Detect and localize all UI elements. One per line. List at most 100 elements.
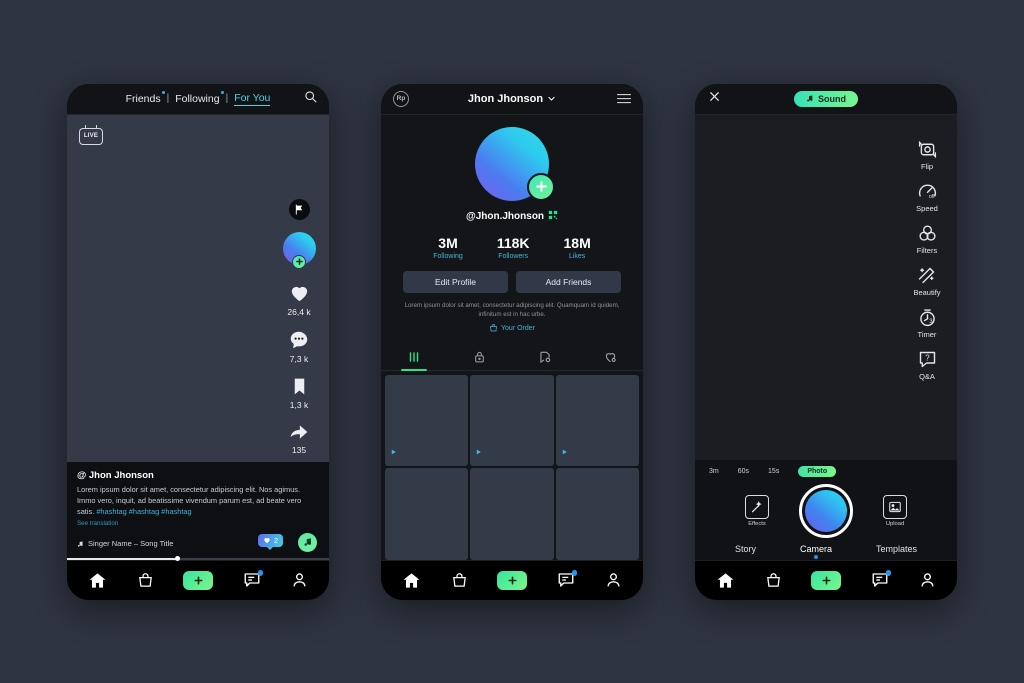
add-sound-button[interactable]: Sound [794, 90, 858, 107]
tool-timer[interactable]: 3 Timer [917, 307, 938, 339]
add-avatar-plus-icon[interactable] [527, 172, 555, 201]
grid-cell[interactable] [555, 468, 639, 560]
nav-shop[interactable] [137, 571, 154, 590]
nav-profile[interactable] [919, 571, 936, 589]
see-translation-link[interactable]: See translation [77, 520, 319, 527]
live-badge[interactable]: LIVE [79, 124, 103, 145]
tool-filters[interactable]: Filters [917, 223, 938, 255]
speed-icon: off [918, 183, 936, 200]
tab-following[interactable]: Following [175, 90, 224, 105]
music-row: Singer Name – Song Title 2 [77, 532, 319, 554]
share-button[interactable]: 135 [288, 422, 310, 455]
song-info[interactable]: Singer Name – Song Title [77, 539, 173, 548]
svg-text:?: ? [925, 353, 930, 362]
tab-following-label: Following [175, 92, 220, 105]
bookmark-button[interactable]: 1,3 k [290, 376, 309, 410]
effects-button[interactable]: Effects [745, 494, 769, 527]
bottom-nav [695, 559, 957, 600]
tab-friends[interactable]: Friends [126, 90, 165, 105]
rp-coins-icon[interactable]: Rp [393, 90, 409, 107]
shutter-button[interactable] [799, 483, 853, 538]
stat-label: Following [433, 252, 463, 260]
duration-15s[interactable]: 15s [768, 468, 779, 475]
caption-panel: @ Jhon Jhonson Lorem ipsum dolor sit ame… [67, 462, 329, 563]
duration-3m[interactable]: 3m [709, 468, 719, 475]
tool-speed[interactable]: off Speed [916, 181, 938, 213]
hamburger-menu-icon[interactable] [617, 93, 631, 104]
mode-templates[interactable]: Templates [876, 544, 917, 554]
nav-shop[interactable] [451, 571, 468, 590]
qr-code-icon[interactable] [548, 210, 558, 223]
caption-hashtags[interactable]: #hashtag #hashtag #hashtag [96, 507, 191, 516]
create-plus-icon [811, 570, 842, 590]
chevron-down-icon [548, 96, 555, 101]
edit-profile-button[interactable]: Edit Profile [403, 270, 508, 293]
music-disc-icon[interactable] [298, 532, 317, 552]
mode-camera[interactable]: Camera [800, 544, 832, 554]
author-avatar-follow[interactable] [282, 231, 316, 269]
shop-bag-icon [766, 572, 780, 587]
stat-followers[interactable]: 118K Followers [497, 235, 530, 260]
profile-avatar-wrap[interactable] [475, 126, 555, 201]
grid-cell[interactable] [470, 375, 554, 467]
upload-button[interactable]: Upload [883, 494, 907, 527]
profile-topbar: Rp Jhon Jhonson [381, 83, 643, 115]
your-order-link[interactable]: Your Order [489, 323, 535, 333]
follow-plus-icon[interactable] [292, 254, 306, 269]
shutter-row: Effects Upload [695, 483, 957, 538]
tab-reposts[interactable] [512, 343, 578, 370]
caption-username[interactable]: @ Jhon Jhonson [77, 470, 319, 481]
stat-following[interactable]: 3M Following [433, 235, 463, 260]
mockup-stage: Friends | Following | For You LIVE 26,4 … [0, 0, 1024, 683]
profile-handle-label: @Jhon.Jhonson [465, 210, 545, 222]
tab-for-you[interactable]: For You [234, 92, 271, 106]
shutter-inner [805, 489, 847, 532]
music-note-icon [77, 540, 83, 547]
nav-profile[interactable] [291, 571, 308, 589]
video-feed-area[interactable]: LIVE 26,4 k 7,3 k 1,3 k 135 @ Jhon Jhons… [67, 114, 329, 563]
stat-likes[interactable]: 18M Likes [564, 235, 591, 260]
nav-home[interactable] [88, 571, 107, 590]
nav-inbox[interactable] [557, 570, 578, 589]
profile-stats: 3M Following 118K Followers 18M Likes [433, 235, 591, 260]
tab-private[interactable] [447, 343, 513, 370]
camera-topbar: Sound [695, 83, 957, 115]
nav-home[interactable] [402, 571, 421, 590]
nav-inbox[interactable] [243, 570, 264, 589]
nav-profile[interactable] [605, 571, 622, 589]
video-progress-bar[interactable] [67, 555, 329, 563]
like-button[interactable]: 26,4 k [287, 281, 311, 317]
grid-cell[interactable] [385, 375, 469, 467]
camera-viewport[interactable]: Flip off Speed Filters Beautify 3 Timer [695, 114, 957, 560]
tab-posts-grid[interactable] [381, 343, 447, 370]
search-icon[interactable] [304, 90, 317, 108]
nav-create[interactable] [497, 570, 528, 590]
mode-story[interactable]: Story [735, 544, 756, 554]
nav-shop[interactable] [765, 571, 782, 590]
phone-camera-screen: Sound Flip off Speed Filters Beautify 3 … [695, 83, 957, 600]
create-plus-icon [497, 570, 528, 590]
duration-60s[interactable]: 60s [738, 468, 749, 475]
nav-create[interactable] [183, 570, 214, 590]
tool-qa[interactable]: ? Q&A [917, 349, 938, 381]
tool-label: Q&A [919, 371, 935, 381]
tool-beautify[interactable]: Beautify [913, 265, 941, 297]
tab-liked[interactable] [578, 343, 644, 370]
tool-flip[interactable]: Flip [917, 139, 938, 171]
add-friends-button[interactable]: Add Friends [516, 270, 621, 293]
duration-photo[interactable]: Photo [798, 465, 837, 477]
report-flag-button[interactable] [288, 198, 310, 220]
tab-separator-2: | [225, 93, 229, 104]
grid-cell[interactable] [555, 375, 639, 467]
grid-cell[interactable] [385, 468, 469, 560]
nav-home[interactable] [716, 571, 735, 590]
nav-create[interactable] [811, 570, 842, 590]
grid-cell[interactable] [470, 468, 554, 560]
effects-icon [745, 494, 769, 519]
close-icon[interactable] [708, 90, 721, 108]
profile-title[interactable]: Jhon Jhonson [468, 93, 556, 105]
comment-button[interactable]: 7,3 k [288, 329, 310, 364]
nav-inbox[interactable] [871, 570, 892, 589]
feed-action-rail: 26,4 k 7,3 k 1,3 k 135 [279, 198, 319, 467]
profile-person-icon [607, 573, 620, 587]
